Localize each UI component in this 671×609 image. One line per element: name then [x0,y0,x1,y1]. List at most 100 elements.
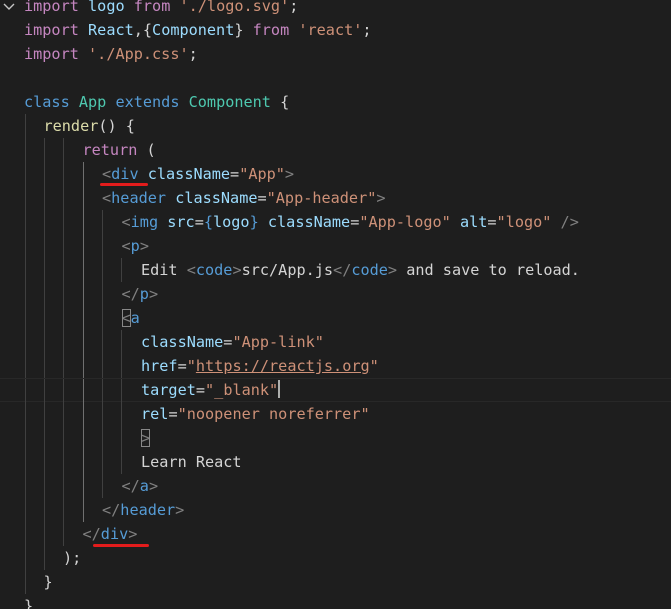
code-token: = [194,213,204,231]
indent-guide [44,162,45,186]
indent-guide [83,474,84,498]
indent-guide [25,186,26,210]
indent-guide [44,258,45,282]
code-token: > [232,261,242,279]
code-line[interactable]: } [0,570,671,594]
indent-guide [25,522,26,546]
code-token: " [369,357,379,375]
code-line[interactable]: <header className="App-header"> [0,186,671,210]
code-text: return ( [83,138,156,162]
indent-guide [25,546,26,570]
code-token: < [121,213,131,231]
code-token: = [487,213,497,231]
indent-guide [44,402,45,426]
code-token: p [139,285,149,303]
code-line[interactable]: Edit <code>src/App.js</code> and save to… [0,258,671,282]
code-line[interactable]: </p> [0,282,671,306]
code-token: </ [333,261,352,279]
code-token: > [139,237,149,255]
indent-guide [121,450,122,474]
code-token: </ [121,285,140,303]
code-text: render() { [44,114,135,138]
code-token: 'react' [298,21,363,39]
code-token: </ [121,477,140,495]
code-line[interactable]: rel="noopener noreferrer" [0,402,671,426]
code-token: header [120,501,176,519]
code-token: src/App.js [241,261,334,279]
code-text: target="_blank" [141,379,281,401]
code-text: </div> [83,522,138,546]
code-line[interactable]: import logo from './logo.svg'; [0,0,671,18]
indent-guide [83,426,84,450]
code-token: } [24,597,34,609]
indent-guide [25,426,26,450]
code-token: </ [82,525,101,543]
code-token: = [168,405,178,423]
code-line[interactable]: import React,{Component} from 'react'; [0,18,671,42]
code-token: "App-logo" [359,213,451,231]
code-token: { [203,213,213,231]
indent-guide [63,474,64,498]
indent-guide [44,426,45,450]
indent-guide [25,570,26,594]
code-token: logo [213,213,250,231]
indent-guide [63,162,64,186]
indent-guide [83,234,84,258]
indent-guide [63,306,64,330]
code-token: ; [362,21,372,39]
indent-guide [25,402,26,426]
code-text: import './App.css'; [24,42,198,66]
indent-guide [102,379,103,403]
code-token: p [130,237,140,255]
code-token: > [128,525,138,543]
code-line[interactable]: import './App.css'; [0,42,671,66]
indent-guide [63,186,64,210]
indent-guide [121,402,122,426]
code-line[interactable]: render() { [0,114,671,138]
code-editor[interactable]: import logo from './logo.svg'; import Rea… [0,0,671,609]
indent-guide [25,330,26,354]
code-line[interactable]: return ( [0,138,671,162]
code-line[interactable]: Learn React [0,450,671,474]
code-token: render [43,117,99,135]
indent-guide [121,330,122,354]
code-text: </p> [122,282,159,306]
code-token: href [141,357,178,375]
code-token: className [147,165,231,183]
code-line[interactable]: <a [0,306,671,330]
code-line[interactable]: href="https://reactjs.org" [0,354,671,378]
code-token: Component [152,21,235,39]
indent-guide [25,354,26,378]
code-line[interactable]: className="App-link" [0,330,671,354]
code-line[interactable]: </a> [0,474,671,498]
indent-guide [44,379,45,403]
code-line[interactable]: > [0,426,671,450]
code-token: './logo.svg' [179,0,290,15]
code-token: < [121,237,131,255]
indent-guide [44,138,45,162]
code-token: Learn React [141,453,242,471]
indent-guide [63,450,64,474]
code-token: > [175,501,185,519]
code-text: className="App-link" [141,330,324,354]
code-line[interactable] [0,66,671,90]
code-token: header [111,189,167,207]
code-line[interactable]: <img src={logo} className="App-logo" alt… [0,210,671,234]
indent-guide [44,186,45,210]
code-line[interactable]: <p> [0,234,671,258]
code-line[interactable]: } [0,594,671,609]
code-token: < [102,189,112,207]
indent-guide [83,379,84,403]
code-line[interactable]: target="_blank" [0,378,671,403]
code-token: } [234,21,253,39]
indent-guide [25,282,26,306]
code-line[interactable]: </div> [0,522,671,546]
code-line[interactable]: ); [0,546,671,570]
code-line[interactable]: </header> [0,498,671,522]
code-token: } [249,213,259,231]
code-line[interactable]: class App extends Component { [0,90,671,114]
indent-guide [44,522,45,546]
